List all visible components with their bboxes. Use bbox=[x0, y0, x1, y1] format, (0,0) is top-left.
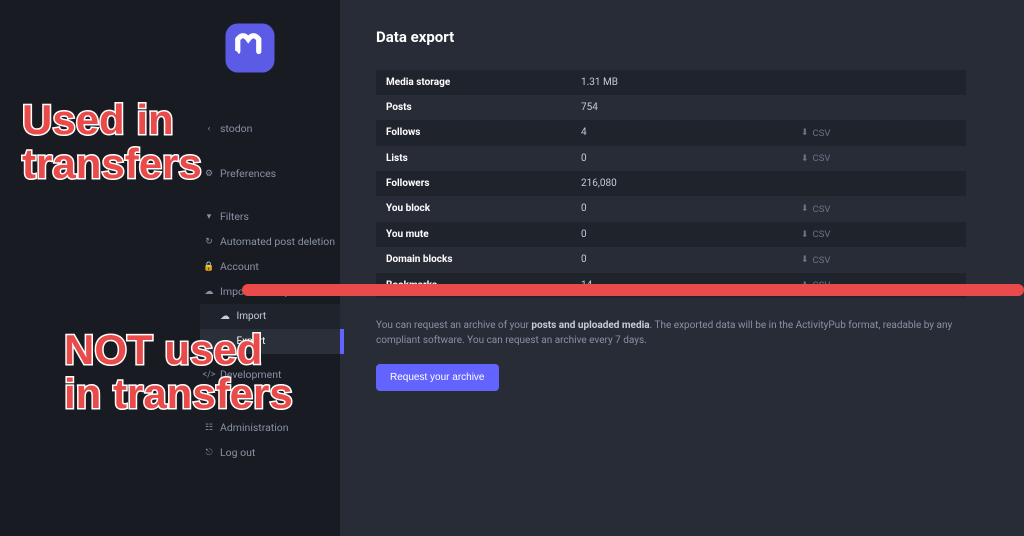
export-row-download bbox=[791, 95, 966, 120]
export-table: Media storage1.31 MBPosts754Follows4 ⬇ CSV… bbox=[376, 70, 966, 298]
export-row-download[interactable]: ⬇ CSV bbox=[791, 273, 966, 299]
table-row: Posts754 bbox=[376, 95, 966, 120]
sidebar-sub-import[interactable]: ☁ Import bbox=[200, 304, 340, 329]
sidebar-item-label: Preferences bbox=[220, 167, 276, 180]
export-row-value: 216,080 bbox=[571, 171, 791, 196]
sidebar-item-logout[interactable]: ⎋ Log out bbox=[200, 440, 340, 465]
logout-icon: ⎋ bbox=[204, 448, 214, 458]
csv-download-link[interactable]: ⬇ CSV bbox=[801, 128, 830, 139]
sidebar-item-label: Log out bbox=[220, 446, 255, 459]
cloud-up-icon: ☁ bbox=[220, 311, 230, 322]
sidebar-item-filters[interactable]: ▾ Filters bbox=[200, 204, 340, 229]
download-icon: ⬇ bbox=[801, 230, 809, 240]
mastodon-logo bbox=[222, 20, 278, 76]
sidebar-item-administration[interactable]: ☷ Administration bbox=[200, 415, 340, 440]
download-icon: ⬇ bbox=[801, 281, 809, 291]
request-archive-button[interactable]: Request your archive bbox=[376, 364, 499, 391]
table-row: You mute0 ⬇ CSV bbox=[376, 222, 966, 248]
export-row-value: 0 bbox=[571, 146, 791, 172]
sidebar-item-label: Administration bbox=[220, 421, 289, 434]
sidebar-item-development[interactable]: </> Development bbox=[200, 362, 340, 387]
archive-info-text: You can request an archive of your posts… bbox=[376, 318, 956, 348]
sidebar-item-label: stodon bbox=[220, 122, 252, 135]
csv-download-link[interactable]: ⬇ CSV bbox=[801, 204, 830, 215]
export-row-download bbox=[791, 171, 966, 196]
sidebar-item-label: Filters bbox=[220, 210, 249, 223]
export-row-value: 0 bbox=[571, 196, 791, 222]
csv-label: CSV bbox=[813, 153, 831, 164]
export-row-download[interactable]: ⬇ CSV bbox=[791, 120, 966, 146]
table-row: Followers216,080 bbox=[376, 171, 966, 196]
sidebar-item-label: Account bbox=[220, 260, 259, 273]
export-row-download[interactable]: ⬇ CSV bbox=[791, 196, 966, 222]
csv-download-link[interactable]: ⬇ CSV bbox=[801, 229, 830, 240]
cloud-down-icon: ☁ bbox=[220, 336, 230, 347]
cloud-icon: ☁ bbox=[204, 287, 214, 297]
export-row-label: Lists bbox=[376, 146, 571, 172]
export-row-value: 754 bbox=[571, 95, 791, 120]
export-row-download[interactable]: ⬇ CSV bbox=[791, 247, 966, 273]
table-row: Lists0 ⬇ CSV bbox=[376, 146, 966, 172]
clock-icon: ↻ bbox=[204, 237, 214, 247]
sidebar-item-label: Development bbox=[220, 368, 281, 381]
chevron-left-icon: ‹ bbox=[204, 124, 214, 134]
filter-icon: ▾ bbox=[204, 212, 214, 222]
download-icon: ⬇ bbox=[801, 204, 809, 214]
sidebar: ‹ stodon ⚙ Preferences ▾ Filters ↻ Autom… bbox=[0, 0, 340, 536]
download-icon: ⬇ bbox=[801, 154, 809, 164]
sidebar-sub-label: Export bbox=[236, 336, 265, 347]
sidebar-sub-label: Import bbox=[236, 311, 266, 322]
export-row-download[interactable]: ⬇ CSV bbox=[791, 146, 966, 172]
sidebar-item-label: Automated post deletion bbox=[220, 235, 335, 248]
sidebar-item-account[interactable]: 🔒 Account bbox=[200, 254, 340, 279]
sidebar-item-import-export[interactable]: ☁ Import and export bbox=[200, 279, 340, 304]
download-icon: ⬇ bbox=[801, 128, 809, 138]
sliders-icon: ☷ bbox=[204, 423, 214, 433]
csv-label: CSV bbox=[813, 128, 831, 139]
table-row: Media storage1.31 MB bbox=[376, 70, 966, 95]
main-panel: Data export Media storage1.31 MBPosts754… bbox=[340, 0, 1024, 536]
export-row-value: 0 bbox=[571, 247, 791, 273]
csv-download-link[interactable]: ⬇ CSV bbox=[801, 280, 830, 291]
csv-label: CSV bbox=[813, 255, 831, 266]
csv-label: CSV bbox=[813, 280, 831, 291]
table-row: Bookmarks14 ⬇ CSV bbox=[376, 273, 966, 299]
table-row: You block0 ⬇ CSV bbox=[376, 196, 966, 222]
export-row-value: 0 bbox=[571, 222, 791, 248]
export-row-label: Media storage bbox=[376, 70, 571, 95]
export-row-label: Follows bbox=[376, 120, 571, 146]
gear-icon: ⚙ bbox=[204, 169, 214, 179]
sidebar-item-preferences[interactable]: ⚙ Preferences bbox=[200, 161, 340, 186]
sidebar-nav: ‹ stodon ⚙ Preferences ▾ Filters ↻ Autom… bbox=[200, 116, 340, 465]
csv-download-link[interactable]: ⬇ CSV bbox=[801, 255, 830, 266]
export-row-label: Domain blocks bbox=[376, 247, 571, 273]
sidebar-item-label: Import and export bbox=[220, 285, 304, 298]
page-title: Data export bbox=[376, 28, 988, 46]
export-row-label: Posts bbox=[376, 95, 571, 120]
sidebar-item-back[interactable]: ‹ stodon bbox=[200, 116, 340, 141]
lock-icon: 🔒 bbox=[204, 262, 214, 272]
export-row-label: Followers bbox=[376, 171, 571, 196]
export-row-download bbox=[791, 70, 966, 95]
sidebar-item-autodelete[interactable]: ↻ Automated post deletion bbox=[200, 229, 340, 254]
export-row-value: 1.31 MB bbox=[571, 70, 791, 95]
export-row-value: 4 bbox=[571, 120, 791, 146]
export-row-label: Bookmarks bbox=[376, 273, 571, 299]
export-row-value: 14 bbox=[571, 273, 791, 299]
csv-label: CSV bbox=[813, 204, 831, 215]
table-row: Domain blocks0 ⬇ CSV bbox=[376, 247, 966, 273]
download-icon: ⬇ bbox=[801, 255, 809, 265]
sidebar-sub-export[interactable]: ☁ Export bbox=[200, 329, 340, 354]
csv-label: CSV bbox=[813, 229, 831, 240]
code-icon: </> bbox=[204, 370, 214, 380]
export-row-label: You block bbox=[376, 196, 571, 222]
table-row: Follows4 ⬇ CSV bbox=[376, 120, 966, 146]
export-row-label: You mute bbox=[376, 222, 571, 248]
csv-download-link[interactable]: ⬇ CSV bbox=[801, 153, 830, 164]
export-row-download[interactable]: ⬇ CSV bbox=[791, 222, 966, 248]
